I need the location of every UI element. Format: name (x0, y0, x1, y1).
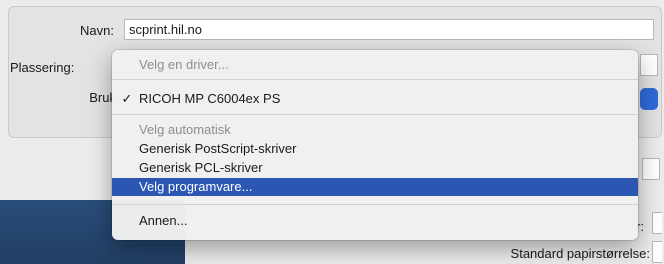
paper-size-popup[interactable] (652, 241, 662, 263)
name-field[interactable]: scprint.hil.no (124, 19, 654, 40)
menu-item-ricoh[interactable]: ✓ RICOH MP C6004ex PS (112, 90, 638, 108)
menu-separator (112, 114, 638, 115)
menu-separator (112, 204, 638, 205)
paper-size-label: Standard papirstørrelse: (510, 246, 650, 261)
menu-item-pcl[interactable]: Generisk PCL-skriver (112, 159, 638, 177)
driver-dropdown-menu: Velg en driver... ✓ RICOH MP C6004ex PS … (112, 50, 638, 240)
bottom-right-field[interactable] (642, 158, 660, 180)
menu-item-choose-driver: Velg en driver... (139, 57, 229, 72)
menu-item-label: RICOH MP C6004ex PS (139, 91, 281, 106)
use-popup-button[interactable] (640, 88, 658, 110)
menu-item-postscript[interactable]: Generisk PostScript-skriver (112, 140, 638, 158)
menu-item-other[interactable]: Annen... (112, 212, 638, 230)
menu-separator (112, 79, 638, 80)
menu-item-select-software[interactable]: Velg programvare... (112, 178, 638, 196)
name-label: Navn: (80, 23, 114, 38)
location-field[interactable] (640, 54, 658, 76)
use-label: Bruk (89, 90, 116, 105)
bottom-right-popup[interactable] (652, 212, 662, 234)
menu-item-auto: Velg automatisk (139, 122, 231, 137)
checkmark-icon: ✓ (121, 91, 133, 106)
